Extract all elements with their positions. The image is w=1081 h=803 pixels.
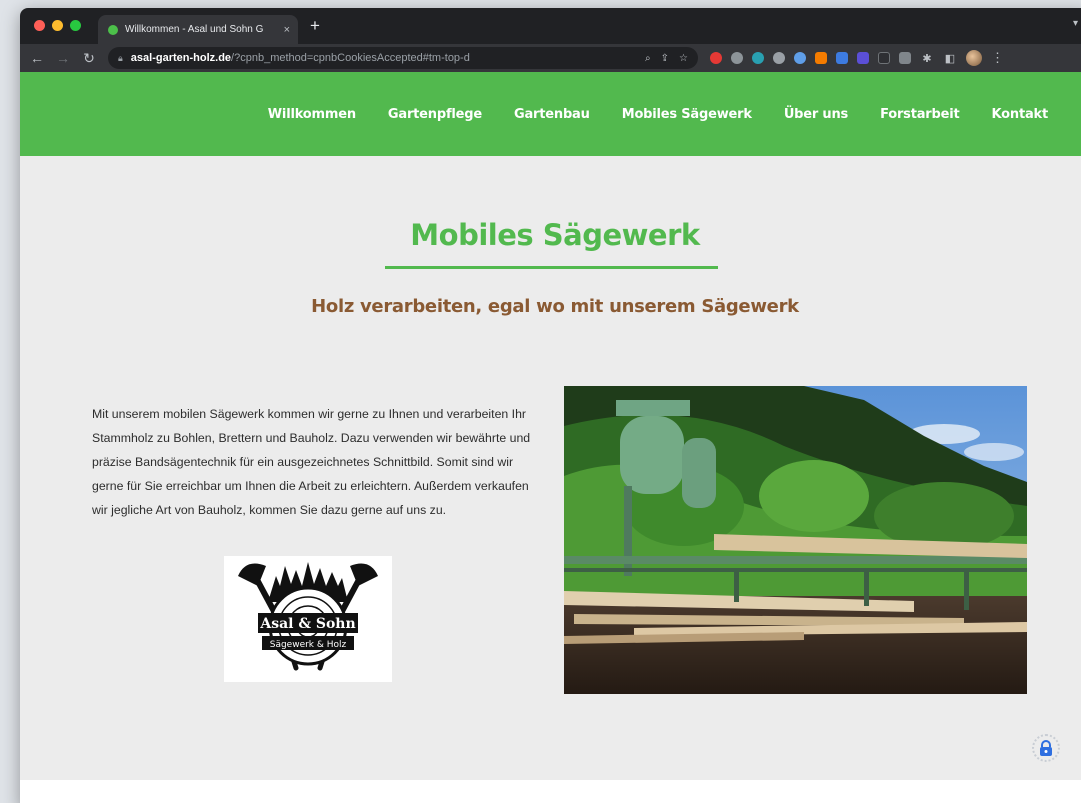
tab-title: Willkommen - Asal und Sohn G — [125, 24, 264, 35]
window-controls — [34, 20, 81, 31]
page-subtitle: Holz verarbeiten, egal wo mit unserem Sä… — [311, 296, 799, 317]
nav-item-gartenpflege[interactable]: Gartenpflege — [388, 107, 482, 122]
title-divider — [385, 266, 718, 269]
nav-item-forstarbeit[interactable]: Forstarbeit — [880, 107, 960, 122]
share-icon[interactable]: ⇪ — [661, 53, 669, 64]
extension-icon[interactable] — [857, 52, 869, 64]
address-bar[interactable]: 🔒︎ asal-garten-holz.de/?cpnb_method=cpnb… — [108, 47, 698, 69]
extension-icon[interactable] — [815, 52, 827, 64]
new-tab-button[interactable]: + — [310, 16, 320, 36]
extension-icon[interactable] — [731, 52, 743, 64]
star-icon[interactable]: ☆ — [679, 53, 688, 64]
extension-icon[interactable] — [752, 52, 764, 64]
extension-icon[interactable] — [836, 52, 848, 64]
logo-graphic: Asal & Sohn Sägewerk & Holz — [238, 562, 378, 671]
avatar[interactable] — [966, 50, 982, 66]
nav-item-mobiles-saegewerk[interactable]: Mobiles Sägewerk — [622, 107, 752, 122]
company-logo: Asal & Sohn Sägewerk & Holz — [224, 556, 392, 682]
forward-icon[interactable]: → — [56, 50, 70, 66]
url-path: /?cpnb_method=cpnbCookiesAccepted#tm-top… — [231, 52, 470, 64]
sidebar-icon[interactable]: ◧ — [943, 52, 957, 65]
extensions-bar: ✱ ◧ ⋮ — [710, 50, 1004, 66]
intro-paragraph: Mit unserem mobilen Sägewerk kommen wir … — [92, 407, 531, 517]
extension-icon[interactable] — [878, 52, 890, 64]
url-domain: asal-garten-holz.de — [130, 52, 232, 64]
sawmill-image — [564, 386, 1027, 694]
extension-icon[interactable] — [773, 52, 785, 64]
close-window-button[interactable] — [34, 20, 45, 31]
browser-toolbar: ← → ↻ 🔒︎ asal-garten-holz.de/?cpnb_metho… — [20, 44, 1081, 72]
browser-window: Willkommen - Asal und Sohn G × + ▾ ← → ↻… — [20, 8, 1081, 803]
cookie-lock-icon — [1040, 740, 1052, 756]
footer-strip — [20, 780, 1081, 803]
puzzle-icon[interactable]: ✱ — [920, 52, 934, 65]
favicon-icon — [108, 24, 118, 35]
extension-icon[interactable] — [710, 52, 722, 64]
nav-item-gartenbau[interactable]: Gartenbau — [514, 107, 590, 122]
sawmill-photo — [564, 386, 1027, 694]
nav-item-willkommen[interactable]: Willkommen — [268, 107, 356, 122]
kebab-icon[interactable]: ⋮ — [991, 50, 1004, 66]
lock-icon[interactable]: 🔒︎ — [118, 53, 123, 64]
logo-line-2: Sägewerk & Holz — [270, 640, 347, 650]
search-icon[interactable]: ⌕ — [645, 53, 651, 64]
chevron-down-icon[interactable]: ▾ — [1073, 18, 1078, 29]
tab-strip: Willkommen - Asal und Sohn G × + ▾ — [20, 8, 1081, 44]
main-navigation: Willkommen Gartenpflege Gartenbau Mobile… — [268, 107, 1048, 122]
browser-tab[interactable]: Willkommen - Asal und Sohn G × — [98, 15, 298, 44]
extension-icon[interactable] — [794, 52, 806, 64]
nav-item-kontakt[interactable]: Kontakt — [992, 107, 1049, 122]
tab-close-icon[interactable]: × — [284, 24, 290, 36]
back-icon[interactable]: ← — [30, 50, 44, 66]
zoom-window-button[interactable] — [70, 20, 81, 31]
page-viewport: Willkommen Gartenpflege Gartenbau Mobile… — [20, 72, 1081, 803]
extension-icon[interactable] — [899, 52, 911, 64]
page-title: Mobiles Sägewerk — [410, 218, 700, 252]
logo-line-1: Asal & Sohn — [259, 616, 355, 632]
cookie-settings-button[interactable] — [1032, 734, 1060, 762]
minimize-window-button[interactable] — [52, 20, 63, 31]
nav-item-ueber-uns[interactable]: Über uns — [784, 107, 848, 122]
site-header: Willkommen Gartenpflege Gartenbau Mobile… — [20, 72, 1081, 156]
reload-icon[interactable]: ↻ — [82, 50, 96, 67]
